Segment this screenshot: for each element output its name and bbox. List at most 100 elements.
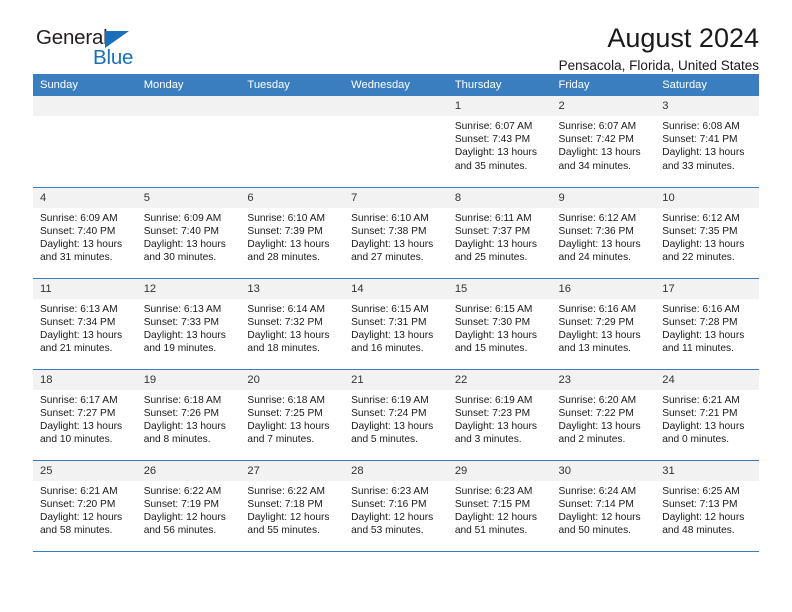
- calendar-day-cell[interactable]: 26 Sunrise: 6:22 AM Sunset: 7:19 PM Dayligh…: [136, 460, 241, 552]
- daylight-duration-cont: and 51 minutes.: [454, 525, 528, 537]
- sunset-time: Sunset: 7:38 PM: [351, 225, 427, 237]
- calendar-day-cell[interactable]: 2 Sunrise: 6:07 AM Sunset: 7:42 PM Daylight…: [551, 96, 656, 188]
- calendar-day-cell[interactable]: 29 Sunrise: 6:23 AM Sunset: 7:15 PM Dayligh…: [447, 460, 552, 552]
- sunrise-time: Sunrise: 6:21 AM: [662, 394, 740, 406]
- daylight-duration: Daylight: 12 hours: [143, 511, 226, 523]
- calendar-day-cell[interactable]: 4 Sunrise: 6:09 AM Sunset: 7:40 PM Daylight…: [33, 187, 137, 279]
- day-number: 26: [136, 460, 241, 481]
- day-number: 18: [33, 369, 137, 390]
- daylight-duration-cont: and 21 minutes.: [40, 343, 113, 355]
- calendar-day-cell[interactable]: 7 Sunrise: 6:10 AM Sunset: 7:38 PM Daylight…: [344, 187, 448, 279]
- calendar-day-cell[interactable]: 27 Sunrise: 6:22 AM Sunset: 7:18 PM Dayligh…: [240, 460, 345, 552]
- day-sun-details: Sunrise: 6:25 AM Sunset: 7:13 PM Daylight:…: [655, 481, 759, 538]
- daylight-duration: Daylight: 13 hours: [662, 329, 745, 341]
- daylight-duration-cont: and 35 minutes.: [454, 160, 528, 172]
- daylight-duration-cont: and 34 minutes.: [558, 160, 632, 172]
- day-sun-details: Sunrise: 6:24 AM Sunset: 7:14 PM Daylight:…: [552, 481, 656, 538]
- sunset-time: Sunset: 7:15 PM: [454, 498, 531, 510]
- daylight-duration: Daylight: 13 hours: [247, 329, 330, 341]
- calendar-day-cell[interactable]: 31 Sunrise: 6:25 AM Sunset: 7:13 PM Dayligh…: [655, 460, 759, 552]
- daylight-duration-cont: and 18 minutes.: [247, 343, 320, 355]
- day-cell-content: [344, 96, 448, 187]
- day-number: 6: [240, 187, 345, 208]
- sunrise-time: Sunrise: 6:18 AM: [143, 394, 222, 406]
- calendar-day-cell[interactable]: 8 Sunrise: 6:11 AM Sunset: 7:37 PM Daylight…: [447, 187, 552, 279]
- day-cell-content: [136, 96, 241, 187]
- logo-text-blue: Blue: [93, 46, 134, 69]
- sunrise-time: Sunrise: 6:25 AM: [662, 485, 740, 497]
- general-blue-logo[interactable]: General Blue: [33, 26, 163, 74]
- calendar-day-cell[interactable]: 16 Sunrise: 6:16 AM Sunset: 7:29 PM Dayligh…: [551, 278, 656, 370]
- day-number: [33, 96, 137, 116]
- calendar-day-cell[interactable]: 21 Sunrise: 6:19 AM Sunset: 7:24 PM Dayligh…: [344, 369, 448, 461]
- sunrise-time: Sunrise: 6:17 AM: [40, 394, 118, 406]
- calendar-day-cell[interactable]: 22 Sunrise: 6:19 AM Sunset: 7:23 PM Dayligh…: [447, 369, 552, 461]
- sunset-time: Sunset: 7:20 PM: [40, 498, 116, 510]
- calendar-day-cell[interactable]: 25 Sunrise: 6:21 AM Sunset: 7:20 PM Dayligh…: [33, 460, 137, 552]
- calendar-day-cell[interactable]: 14 Sunrise: 6:15 AM Sunset: 7:31 PM Dayligh…: [344, 278, 448, 370]
- sunrise-time: Sunrise: 6:07 AM: [454, 121, 533, 132]
- day-sun-details: Sunrise: 6:20 AM Sunset: 7:22 PM Daylight:…: [552, 390, 656, 447]
- calendar-day-cell[interactable]: 5 Sunrise: 6:09 AM Sunset: 7:40 PM Daylight…: [136, 187, 241, 279]
- daylight-duration: Daylight: 13 hours: [143, 238, 226, 250]
- calendar-day-cell[interactable]: 13 Sunrise: 6:14 AM Sunset: 7:32 PM Dayligh…: [240, 278, 345, 370]
- day-sun-details: Sunrise: 6:12 AM Sunset: 7:36 PM Daylight:…: [552, 208, 656, 265]
- sunrise-time: Sunrise: 6:22 AM: [247, 485, 325, 497]
- calendar-day-cell[interactable]: 18 Sunrise: 6:17 AM Sunset: 7:27 PM Dayligh…: [33, 369, 137, 461]
- daylight-duration: Daylight: 13 hours: [40, 329, 123, 341]
- calendar-day-cell[interactable]: 1 Sunrise: 6:07 AM Sunset: 7:43 PM Daylight…: [447, 96, 552, 188]
- sunrise-time: Sunrise: 6:24 AM: [558, 485, 637, 497]
- calendar-day-cell[interactable]: 10 Sunrise: 6:12 AM Sunset: 7:35 PM Dayligh…: [655, 187, 759, 279]
- daylight-duration-cont: and 33 minutes.: [662, 160, 735, 172]
- calendar-day-cell-empty: [240, 96, 345, 188]
- calendar-day-cell[interactable]: 6 Sunrise: 6:10 AM Sunset: 7:39 PM Daylight…: [240, 187, 345, 279]
- calendar-day-cell[interactable]: 23 Sunrise: 6:20 AM Sunset: 7:22 PM Dayligh…: [551, 369, 656, 461]
- day-sun-details: Sunrise: 6:18 AM Sunset: 7:26 PM Daylight:…: [137, 390, 241, 447]
- sunrise-time: Sunrise: 6:08 AM: [662, 121, 740, 132]
- daylight-duration-cont: and 31 minutes.: [40, 252, 113, 264]
- calendar-day-cell[interactable]: 19 Sunrise: 6:18 AM Sunset: 7:26 PM Dayligh…: [136, 369, 241, 461]
- day-number: 31: [655, 460, 759, 481]
- calendar-day-cell[interactable]: 28 Sunrise: 6:23 AM Sunset: 7:16 PM Dayligh…: [344, 460, 448, 552]
- sunrise-time: Sunrise: 6:12 AM: [558, 212, 637, 224]
- day-number: 29: [447, 460, 552, 481]
- sunset-time: Sunset: 7:39 PM: [247, 225, 323, 237]
- sunset-time: Sunset: 7:26 PM: [143, 407, 220, 419]
- daylight-duration: Daylight: 13 hours: [40, 420, 123, 432]
- day-number: 28: [344, 460, 448, 481]
- day-cell-content: 3 Sunrise: 6:08 AM Sunset: 7:41 PM Daylight…: [655, 96, 759, 187]
- calendar-day-cell[interactable]: 24 Sunrise: 6:21 AM Sunset: 7:21 PM Dayligh…: [655, 369, 759, 461]
- calendar-day-cell[interactable]: 9 Sunrise: 6:12 AM Sunset: 7:36 PM Daylight…: [551, 187, 656, 279]
- day-number: [240, 96, 345, 116]
- daylight-duration-cont: and 22 minutes.: [662, 252, 735, 264]
- daylight-duration-cont: and 5 minutes.: [351, 434, 418, 446]
- logo-text-general: General: [36, 26, 108, 49]
- calendar-day-cell[interactable]: 15 Sunrise: 6:15 AM Sunset: 7:30 PM Dayligh…: [447, 278, 552, 370]
- day-number: 13: [240, 278, 345, 299]
- day-sun-details: Sunrise: 6:10 AM Sunset: 7:38 PM Daylight:…: [344, 208, 448, 265]
- calendar-day-cell[interactable]: 30 Sunrise: 6:24 AM Sunset: 7:14 PM Dayligh…: [551, 460, 656, 552]
- calendar-day-cell[interactable]: 3 Sunrise: 6:08 AM Sunset: 7:41 PM Daylight…: [655, 96, 759, 188]
- day-cell-content: 2 Sunrise: 6:07 AM Sunset: 7:42 PM Daylight…: [551, 96, 656, 187]
- sunrise-time: Sunrise: 6:19 AM: [351, 394, 429, 406]
- day-sun-details: Sunrise: 6:10 AM Sunset: 7:39 PM Daylight:…: [240, 208, 344, 265]
- daylight-duration-cont: and 56 minutes.: [143, 525, 217, 537]
- day-cell-content: 7 Sunrise: 6:10 AM Sunset: 7:38 PM Daylight…: [344, 187, 448, 278]
- day-cell-content: 1 Sunrise: 6:07 AM Sunset: 7:43 PM Daylight…: [447, 96, 552, 187]
- weekday-header-friday: Friday: [551, 74, 656, 96]
- day-cell-content: 19 Sunrise: 6:18 AM Sunset: 7:26 PM Dayligh…: [136, 369, 241, 460]
- day-cell-content: 27 Sunrise: 6:22 AM Sunset: 7:18 PM Dayligh…: [240, 460, 345, 551]
- day-cell-content: 14 Sunrise: 6:15 AM Sunset: 7:31 PM Dayligh…: [344, 278, 448, 369]
- sunrise-time: Sunrise: 6:15 AM: [351, 303, 429, 315]
- daylight-duration-cont: and 8 minutes.: [143, 434, 211, 446]
- daylight-duration-cont: and 25 minutes.: [454, 252, 528, 264]
- calendar-day-cell[interactable]: 20 Sunrise: 6:18 AM Sunset: 7:25 PM Dayligh…: [240, 369, 345, 461]
- calendar-day-cell[interactable]: 11 Sunrise: 6:13 AM Sunset: 7:34 PM Dayligh…: [33, 278, 137, 370]
- day-sun-details: Sunrise: 6:19 AM Sunset: 7:23 PM Daylight:…: [448, 390, 552, 447]
- day-cell-content: 16 Sunrise: 6:16 AM Sunset: 7:29 PM Dayligh…: [551, 278, 656, 369]
- calendar-day-cell[interactable]: 12 Sunrise: 6:13 AM Sunset: 7:33 PM Dayligh…: [136, 278, 241, 370]
- sunrise-time: Sunrise: 6:07 AM: [558, 121, 637, 132]
- day-number: 8: [447, 187, 552, 208]
- calendar-day-cell[interactable]: 17 Sunrise: 6:16 AM Sunset: 7:28 PM Dayligh…: [655, 278, 759, 370]
- daylight-duration: Daylight: 13 hours: [40, 238, 123, 250]
